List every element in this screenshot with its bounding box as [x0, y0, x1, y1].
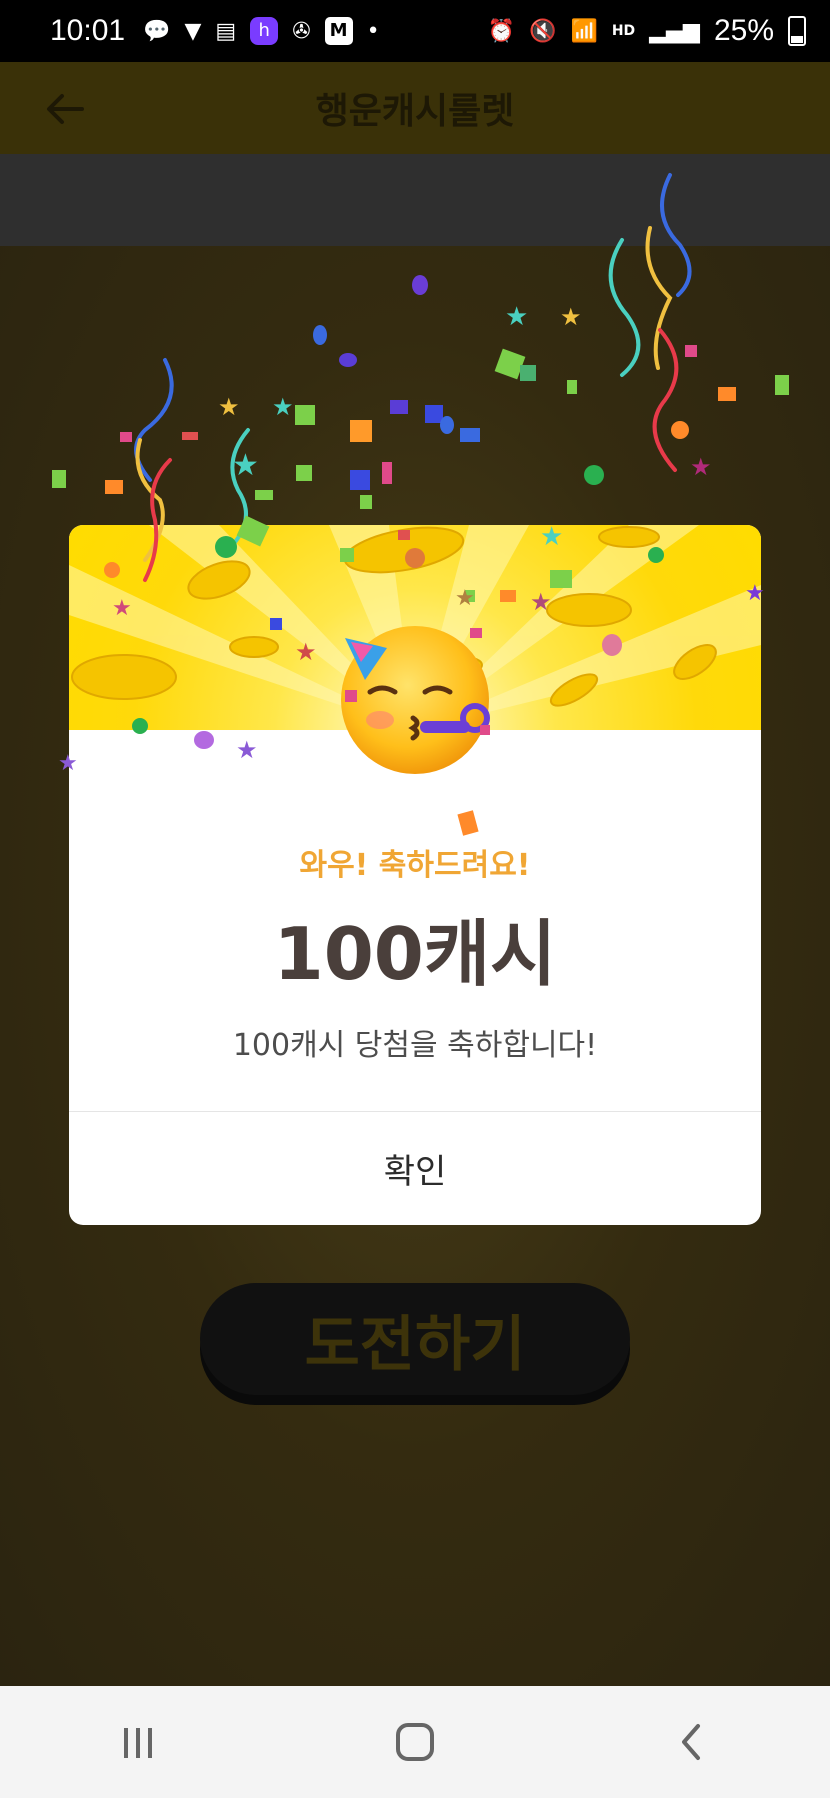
status-time: 10:01 [50, 14, 126, 47]
challenge-button[interactable]: 도전하기 [200, 1283, 630, 1395]
notification-icons: 💬 ▼ ▤ h ✇ M • [143, 17, 380, 45]
page-title: 행운캐시룰렛 [315, 91, 515, 132]
reward-amount: 100캐시 [273, 912, 557, 996]
nav-back-button[interactable] [652, 1702, 732, 1782]
alarm-icon: ⏰ [487, 18, 516, 44]
hd-voice-icon: HD [611, 23, 636, 39]
reward-description: 100캐시 당첨을 축하합니다! [232, 1028, 598, 1063]
fan-icon: ✇ [292, 18, 311, 44]
info-banner [0, 154, 830, 246]
congrats-heading: 와우! 축하드려요! [299, 848, 531, 883]
system-icons: ⏰ 🔇 📶 HD ▂▄▆ 25% [488, 14, 806, 48]
status-bar: 10:01 💬 ▼ ▤ h ✇ M • ⏰ 🔇 📶 HD ▂▄▆ 25% [0, 0, 830, 62]
home-icon [395, 1723, 434, 1761]
message-icon: 💬 [143, 18, 171, 44]
nav-back-icon [681, 1724, 700, 1760]
battery-icon [788, 16, 806, 46]
app-header: 행운캐시룰렛 [0, 62, 830, 154]
home-button[interactable] [375, 1702, 455, 1782]
m-stock-icon: M [324, 17, 353, 45]
wifi-icon: 📶 [570, 18, 598, 44]
chat-icon: ▼ [184, 18, 202, 44]
signal-icon: ▂▄▆ [649, 18, 700, 44]
dot-icon: • [366, 18, 380, 44]
back-arrow-icon[interactable] [42, 86, 88, 132]
system-nav-bar [0, 1686, 830, 1798]
battery-percent: 25% [713, 14, 774, 47]
h-app-icon: h [250, 17, 279, 45]
recent-apps-icon [124, 1728, 153, 1758]
recent-apps-button[interactable] [98, 1702, 178, 1782]
mute-icon: 🔇 [529, 18, 557, 44]
party-face-icon [341, 626, 490, 774]
confirm-button[interactable]: 확인 [69, 1112, 761, 1225]
widget-icon: ▤ [215, 18, 237, 44]
